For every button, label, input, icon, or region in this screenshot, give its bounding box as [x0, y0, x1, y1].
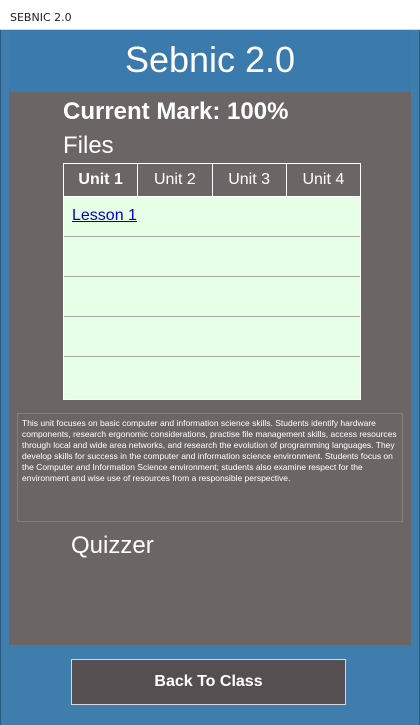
tab-unit-3[interactable]: Unit 3: [213, 164, 287, 196]
app-window: Sebnic 2.0 Current Mark: 100% Files Unit…: [0, 30, 420, 725]
window-titlebar: SEBNIC 2.0: [0, 0, 420, 30]
unit-description: This unit focuses on basic computer and …: [17, 413, 403, 522]
quizzer-heading: Quizzer: [71, 532, 154, 559]
app-header: Sebnic 2.0: [9, 30, 411, 92]
files-heading: Files: [63, 132, 114, 159]
back-to-class-button[interactable]: Back To Class: [71, 659, 346, 705]
file-row: [64, 237, 360, 277]
current-mark: Current Mark: 100%: [63, 98, 289, 125]
app-title: Sebnic 2.0: [124, 39, 296, 80]
window-title: SEBNIC 2.0: [10, 11, 72, 24]
file-row: [64, 317, 360, 357]
file-row: [64, 277, 360, 317]
lesson-1-link[interactable]: Lesson 1: [72, 207, 137, 225]
tab-unit-4[interactable]: Unit 4: [287, 164, 360, 196]
files-table: Unit 1 Unit 2 Unit 3 Unit 4 Lesson 1: [63, 163, 361, 400]
main-content: Current Mark: 100% Files Unit 1 Unit 2 U…: [9, 92, 411, 645]
file-row: Lesson 1: [64, 197, 360, 237]
tab-unit-1[interactable]: Unit 1: [64, 164, 139, 196]
file-row: [64, 357, 360, 397]
unit-tabbar: Unit 1 Unit 2 Unit 3 Unit 4: [64, 164, 360, 197]
tab-unit-2[interactable]: Unit 2: [138, 164, 213, 196]
